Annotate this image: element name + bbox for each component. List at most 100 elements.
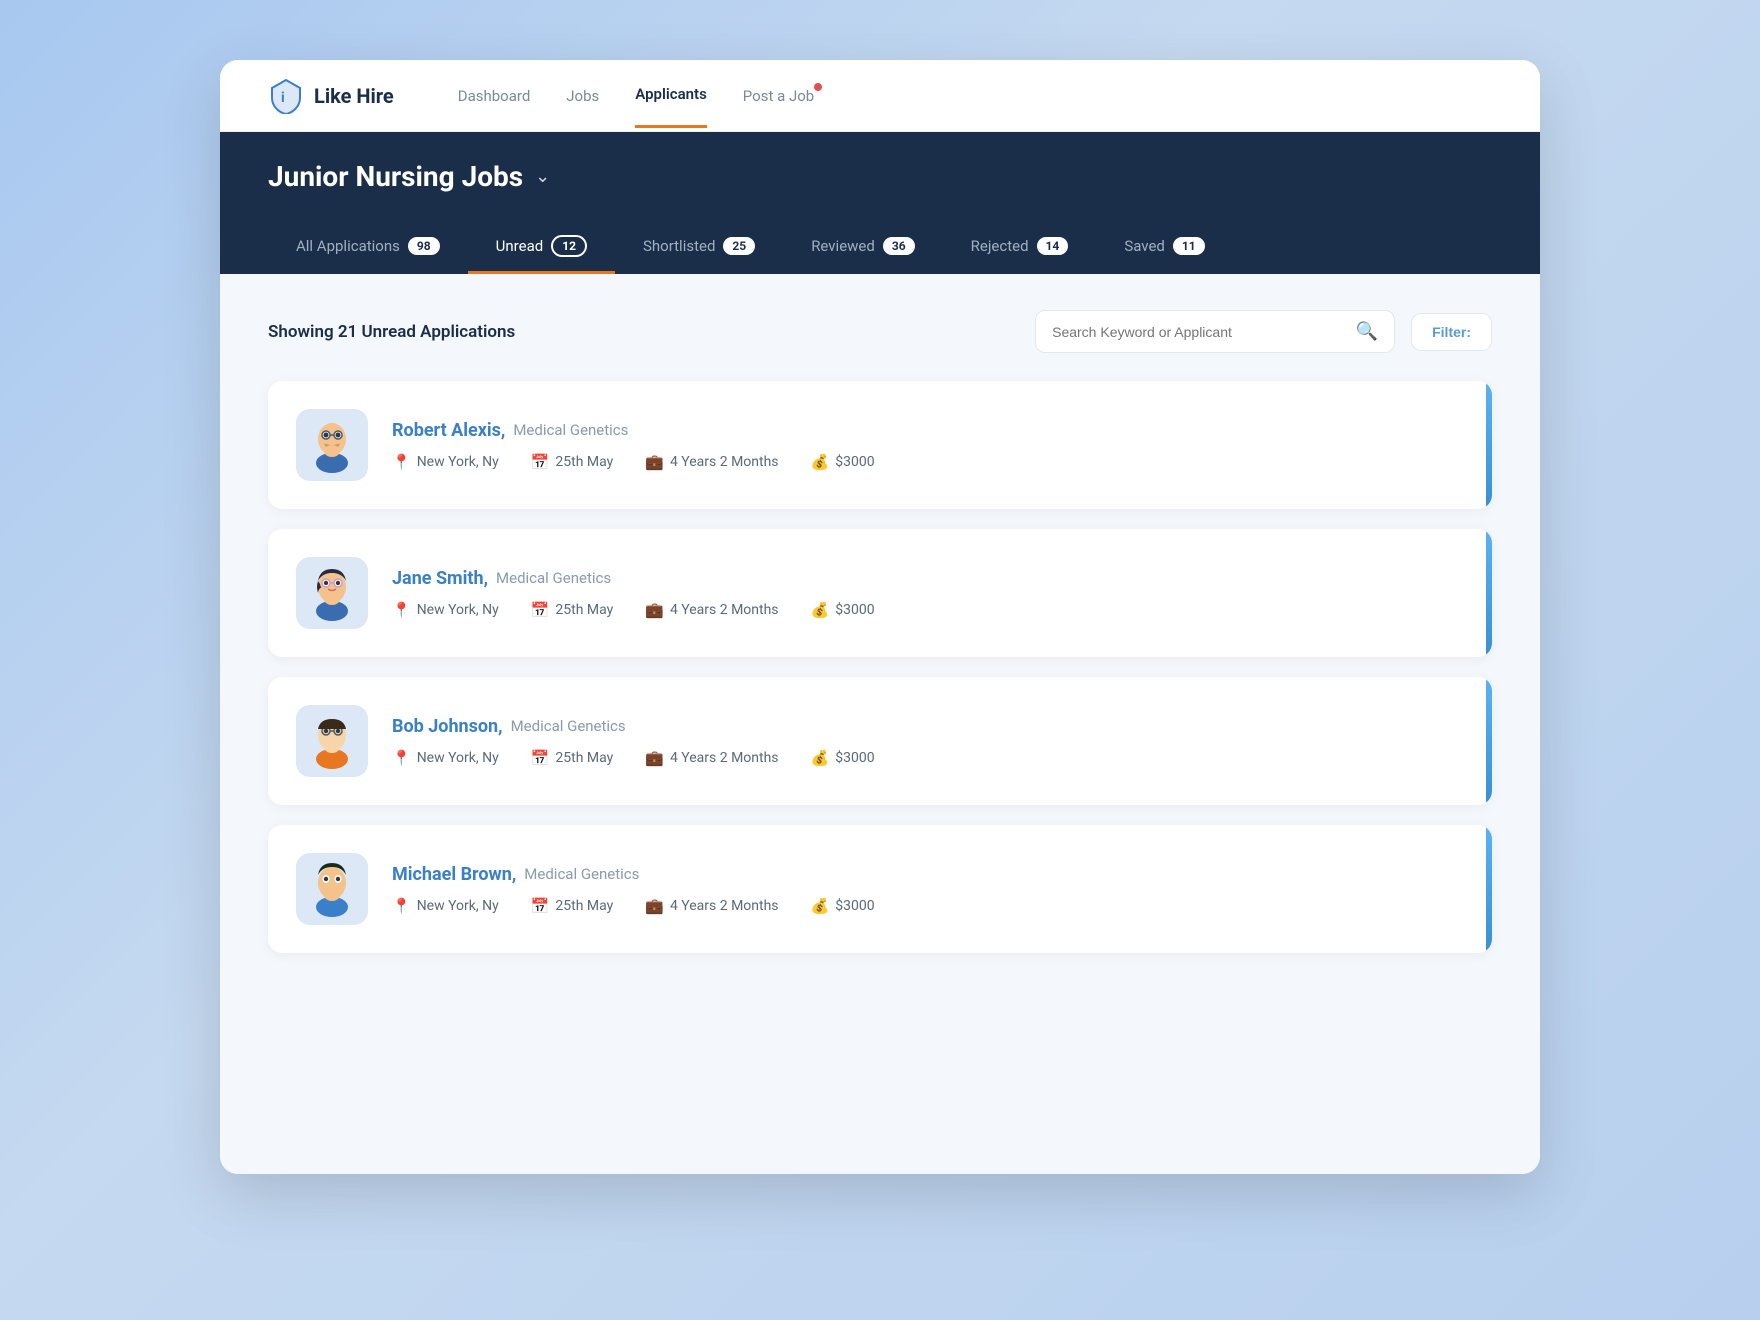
tab-badge-rejected: 14 [1037, 237, 1069, 255]
location-text: New York, Ny [417, 454, 499, 470]
logo-icon: i [268, 78, 304, 114]
applicant-card[interactable]: Bob Johnson, Medical Genetics 📍 New York… [268, 677, 1492, 805]
tab-unread[interactable]: Unread 12 [468, 221, 615, 274]
applicant-name-row: Jane Smith, Medical Genetics [392, 568, 1464, 589]
search-input[interactable] [1052, 324, 1346, 340]
applicant-card[interactable]: Jane Smith, Medical Genetics 📍 New York,… [268, 529, 1492, 657]
experience-meta: 💼 4 Years 2 Months [645, 749, 778, 767]
nav-dashboard[interactable]: Dashboard [458, 87, 531, 105]
date-meta: 📅 25th May [531, 601, 614, 619]
location-meta: 📍 New York, Ny [392, 453, 499, 471]
experience-text: 4 Years 2 Months [670, 898, 779, 914]
briefcase-icon: 💼 [645, 601, 664, 619]
search-box: 🔍 [1035, 310, 1395, 353]
experience-meta: 💼 4 Years 2 Months [645, 453, 778, 471]
filter-button[interactable]: Filter: [1411, 313, 1492, 351]
date-text: 25th May [555, 898, 613, 914]
date-meta: 📅 25th May [531, 749, 614, 767]
salary-meta: 💰 $3000 [811, 749, 875, 767]
top-nav: i Like Hire Dashboard Jobs Applicants Po… [220, 60, 1540, 132]
calendar-icon: 📅 [531, 601, 550, 619]
applicant-name-row: Bob Johnson, Medical Genetics [392, 716, 1464, 737]
applicant-name: Bob Johnson, [392, 716, 503, 737]
card-accent [1486, 381, 1492, 509]
experience-text: 4 Years 2 Months [670, 454, 779, 470]
salary-meta: 💰 $3000 [811, 897, 875, 915]
date-meta: 📅 25th May [531, 453, 614, 471]
applicant-card[interactable]: Michael Brown, Medical Genetics 📍 New Yo… [268, 825, 1492, 953]
card-info: Bob Johnson, Medical Genetics 📍 New York… [392, 716, 1464, 767]
tab-saved[interactable]: Saved 11 [1096, 223, 1232, 272]
search-filter-row: 🔍 Filter: [1035, 310, 1492, 353]
card-info: Michael Brown, Medical Genetics 📍 New Yo… [392, 864, 1464, 915]
applicant-name: Jane Smith, [392, 568, 488, 589]
salary-meta: 💰 $3000 [811, 453, 875, 471]
card-meta: 📍 New York, Ny 📅 25th May 💼 4 Years 2 Mo… [392, 601, 1464, 619]
logo-text: Like Hire [314, 84, 394, 108]
money-icon: 💰 [811, 897, 830, 915]
tab-rejected[interactable]: Rejected 14 [943, 223, 1097, 272]
nav-links: Dashboard Jobs Applicants Post a Job [458, 85, 1492, 106]
card-info: Jane Smith, Medical Genetics 📍 New York,… [392, 568, 1464, 619]
app-window: i Like Hire Dashboard Jobs Applicants Po… [220, 60, 1540, 1174]
briefcase-icon: 💼 [645, 749, 664, 767]
location-icon: 📍 [392, 601, 411, 619]
tab-badge-saved: 11 [1173, 237, 1205, 255]
nav-post-job[interactable]: Post a Job [743, 87, 814, 105]
card-accent [1486, 677, 1492, 805]
calendar-icon: 📅 [531, 749, 550, 767]
location-icon: 📍 [392, 897, 411, 915]
briefcase-icon: 💼 [645, 897, 664, 915]
dark-header: Junior Nursing Jobs ⌄ All Applications 9… [220, 132, 1540, 274]
nav-jobs[interactable]: Jobs [566, 87, 599, 105]
experience-meta: 💼 4 Years 2 Months [645, 601, 778, 619]
avatar [296, 557, 368, 629]
nav-applicants[interactable]: Applicants [635, 85, 707, 128]
date-meta: 📅 25th May [531, 897, 614, 915]
search-icon[interactable]: 🔍 [1356, 321, 1378, 342]
tab-reviewed[interactable]: Reviewed 36 [783, 223, 942, 272]
experience-text: 4 Years 2 Months [670, 750, 779, 766]
applicant-card[interactable]: Robert Alexis, Medical Genetics 📍 New Yo… [268, 381, 1492, 509]
applicant-specialty: Medical Genetics [496, 569, 611, 587]
money-icon: 💰 [811, 453, 830, 471]
salary-text: $3000 [835, 454, 874, 470]
applicant-name: Michael Brown, [392, 864, 516, 885]
logo: i Like Hire [268, 78, 394, 114]
date-text: 25th May [555, 454, 613, 470]
date-text: 25th May [555, 602, 613, 618]
location-meta: 📍 New York, Ny [392, 897, 499, 915]
applicant-name-row: Michael Brown, Medical Genetics [392, 864, 1464, 885]
location-text: New York, Ny [417, 750, 499, 766]
notification-dot [814, 83, 822, 91]
card-meta: 📍 New York, Ny 📅 25th May 💼 4 Years 2 Mo… [392, 897, 1464, 915]
card-info: Robert Alexis, Medical Genetics 📍 New Yo… [392, 420, 1464, 471]
card-meta: 📍 New York, Ny 📅 25th May 💼 4 Years 2 Mo… [392, 453, 1464, 471]
location-text: New York, Ny [417, 898, 499, 914]
avatar [296, 409, 368, 481]
applicant-specialty: Medical Genetics [524, 865, 639, 883]
date-text: 25th May [555, 750, 613, 766]
location-icon: 📍 [392, 453, 411, 471]
location-text: New York, Ny [417, 602, 499, 618]
tab-shortlisted[interactable]: Shortlisted 25 [615, 223, 783, 272]
tab-badge-reviewed: 36 [883, 237, 915, 255]
experience-text: 4 Years 2 Months [670, 602, 779, 618]
job-title-row: Junior Nursing Jobs ⌄ [268, 160, 1492, 193]
calendar-icon: 📅 [531, 897, 550, 915]
money-icon: 💰 [811, 601, 830, 619]
avatar [296, 705, 368, 777]
tab-badge-unread: 12 [551, 235, 587, 257]
applicants-list: Robert Alexis, Medical Genetics 📍 New Yo… [268, 381, 1492, 953]
tab-all-applications[interactable]: All Applications 98 [268, 223, 468, 272]
tab-badge-all: 98 [408, 237, 440, 255]
location-meta: 📍 New York, Ny [392, 749, 499, 767]
card-meta: 📍 New York, Ny 📅 25th May 💼 4 Years 2 Mo… [392, 749, 1464, 767]
calendar-icon: 📅 [531, 453, 550, 471]
content-header: Showing 21 Unread Applications 🔍 Filter: [268, 310, 1492, 353]
applicant-name: Robert Alexis, [392, 420, 505, 441]
location-meta: 📍 New York, Ny [392, 601, 499, 619]
chevron-down-icon[interactable]: ⌄ [535, 166, 550, 187]
avatar [296, 853, 368, 925]
svg-text:i: i [281, 90, 285, 106]
